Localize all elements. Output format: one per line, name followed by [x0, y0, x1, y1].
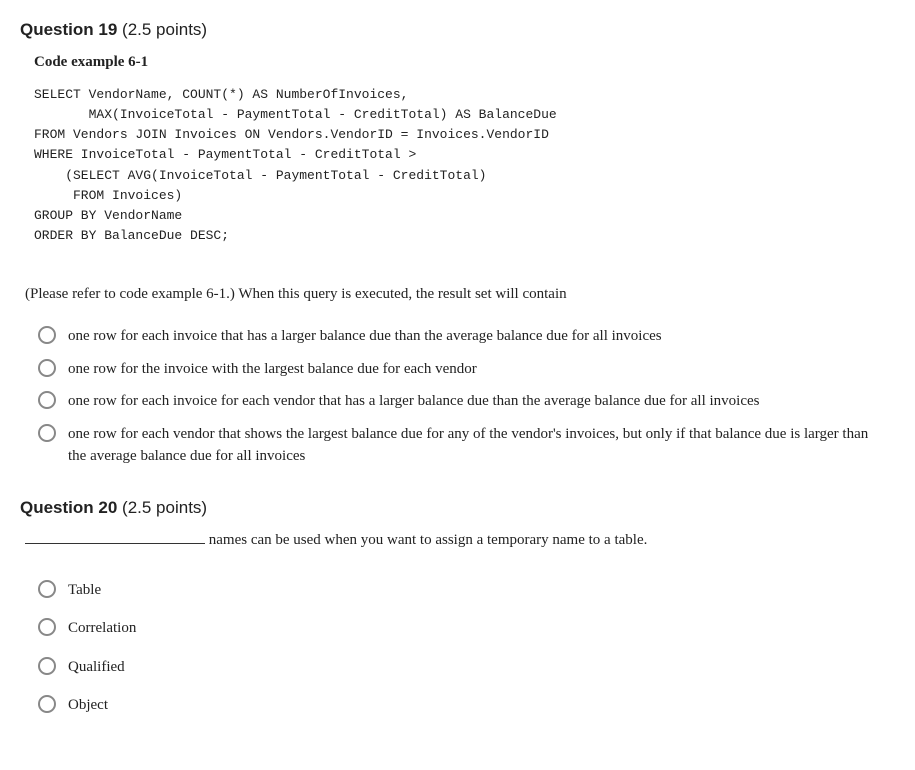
option-label: Qualified	[68, 656, 135, 679]
question-20-block: Question 20 (2.5 points) names can be us…	[20, 498, 895, 717]
radio-icon[interactable]	[38, 391, 56, 409]
radio-icon[interactable]	[38, 359, 56, 377]
question-19-block: Question 19 (2.5 points) Code example 6-…	[20, 20, 895, 468]
option-label: one row for the invoice with the largest…	[68, 358, 487, 381]
option-label: one row for each invoice for each vendor…	[68, 390, 769, 413]
question-19-title: Question 19	[20, 20, 117, 39]
question-20-prompt-tail: names can be used when you want to assig…	[205, 532, 647, 548]
question-20-title: Question 20	[20, 498, 117, 517]
question-20-points: (2.5 points)	[117, 498, 207, 517]
option-label: Object	[68, 694, 118, 717]
question-19-options: one row for each invoice that has a larg…	[38, 325, 895, 468]
question-19-header: Question 19 (2.5 points)	[20, 20, 895, 40]
question-20-header: Question 20 (2.5 points)	[20, 498, 895, 518]
fill-blank	[25, 543, 205, 544]
question-19-points: (2.5 points)	[117, 20, 207, 39]
option-row[interactable]: Table	[38, 579, 895, 602]
option-row[interactable]: one row for each vendor that shows the l…	[38, 423, 895, 468]
radio-icon[interactable]	[38, 657, 56, 675]
option-row[interactable]: Object	[38, 694, 895, 717]
radio-icon[interactable]	[38, 695, 56, 713]
code-example-title: Code example 6-1	[34, 54, 895, 71]
radio-icon[interactable]	[38, 326, 56, 344]
option-row[interactable]: Qualified	[38, 656, 895, 679]
question-20-options: Table Correlation Qualified Object	[38, 579, 895, 717]
option-row[interactable]: one row for each invoice for each vendor…	[38, 390, 895, 413]
option-row[interactable]: one row for each invoice that has a larg…	[38, 325, 895, 348]
option-label: one row for each vendor that shows the l…	[68, 423, 895, 468]
option-row[interactable]: Correlation	[38, 617, 895, 640]
option-row[interactable]: one row for the invoice with the largest…	[38, 358, 895, 381]
radio-icon[interactable]	[38, 618, 56, 636]
option-label: Correlation	[68, 617, 146, 640]
radio-icon[interactable]	[38, 424, 56, 442]
radio-icon[interactable]	[38, 580, 56, 598]
question-20-prompt: names can be used when you want to assig…	[25, 532, 895, 549]
option-label: Table	[68, 579, 111, 602]
code-example-block: SELECT VendorName, COUNT(*) AS NumberOfI…	[34, 85, 895, 246]
option-label: one row for each invoice that has a larg…	[68, 325, 672, 348]
question-19-prompt: (Please refer to code example 6-1.) When…	[25, 286, 895, 303]
